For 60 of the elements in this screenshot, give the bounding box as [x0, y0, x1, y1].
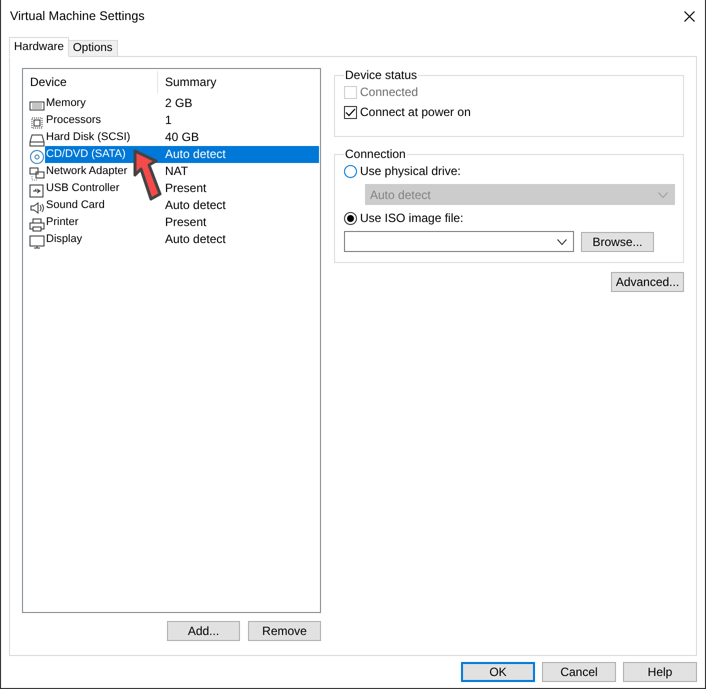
device-summary: 1: [164, 112, 172, 129]
checkbox-label: Connected: [360, 84, 418, 101]
speaker-icon: [29, 201, 45, 216]
list-row[interactable]: Network Adapter NAT: [45, 163, 319, 180]
device-name: Hard Disk (SCSI): [45, 130, 132, 145]
device-summary: Auto detect: [164, 231, 226, 248]
radio-button[interactable]: [344, 212, 357, 224]
device-name: Processors: [45, 113, 102, 128]
device-summary: NAT: [164, 163, 188, 180]
radio-label: Use physical drive:: [360, 163, 461, 180]
browse-button[interactable]: Browse...: [581, 232, 654, 252]
dialog-button[interactable]: OK: [461, 662, 535, 682]
group-title: Connection: [344, 147, 407, 161]
monitor-icon: [29, 235, 45, 250]
usb-icon: [29, 184, 45, 198]
device-name: Printer: [45, 215, 80, 230]
device-summary: Present: [164, 180, 206, 197]
device-summary: Auto detect: [164, 197, 226, 214]
device-summary: Present: [164, 214, 206, 231]
list-row[interactable]: USB Controller Present: [45, 180, 319, 197]
list-row[interactable]: Memory 2 GB: [45, 95, 319, 112]
column-header[interactable]: Summary: [158, 71, 216, 93]
list-button[interactable]: Remove: [248, 621, 321, 641]
network-icon: [29, 167, 45, 182]
device-summary: Auto detect: [164, 146, 226, 163]
chevron-down-icon: [658, 192, 668, 198]
list-row[interactable]: Sound Card Auto detect: [45, 197, 319, 214]
advanced-button[interactable]: Advanced...: [611, 272, 684, 292]
device-name: Display: [45, 232, 84, 247]
device-name: Sound Card: [45, 198, 106, 213]
tab[interactable]: Options: [68, 40, 118, 57]
chevron-down-icon: [557, 238, 567, 244]
radio-button[interactable]: [344, 164, 357, 178]
device-name: Memory: [45, 96, 87, 111]
device-name: Network Adapter: [45, 164, 128, 179]
list-row[interactable]: Printer Present: [45, 214, 319, 231]
device-summary: 40 GB: [164, 129, 200, 146]
device-name: USB Controller: [45, 181, 120, 196]
tab[interactable]: Hardware: [9, 37, 69, 57]
list-row[interactable]: Display Auto detect: [45, 231, 319, 248]
device-summary: 2 GB: [164, 95, 192, 112]
dialog-button[interactable]: Help: [623, 662, 697, 682]
radio-label: Use ISO image file:: [360, 210, 464, 227]
chip-icon: [29, 116, 45, 130]
list-row[interactable]: Processors 1: [45, 112, 319, 129]
close-icon[interactable]: [684, 10, 695, 22]
printer-icon: [29, 218, 45, 232]
disc-icon: [29, 150, 45, 164]
list-row[interactable]: CD/DVD (SATA) Auto detect: [45, 146, 319, 163]
memory-icon: [29, 99, 45, 114]
group-title: Device status: [344, 68, 418, 82]
list-row[interactable]: Hard Disk (SCSI) 40 GB: [45, 129, 319, 146]
dialog-button[interactable]: Cancel: [542, 662, 616, 682]
window-title: Virtual Machine Settings: [10, 8, 145, 25]
checkbox[interactable]: [344, 106, 357, 118]
list-button[interactable]: Add...: [167, 621, 240, 641]
column-header[interactable]: Device: [23, 71, 158, 93]
dropdown[interactable]: [344, 231, 574, 252]
checkbox-label: Connect at power on: [360, 104, 471, 121]
device-name: CD/DVD (SATA): [45, 147, 127, 162]
